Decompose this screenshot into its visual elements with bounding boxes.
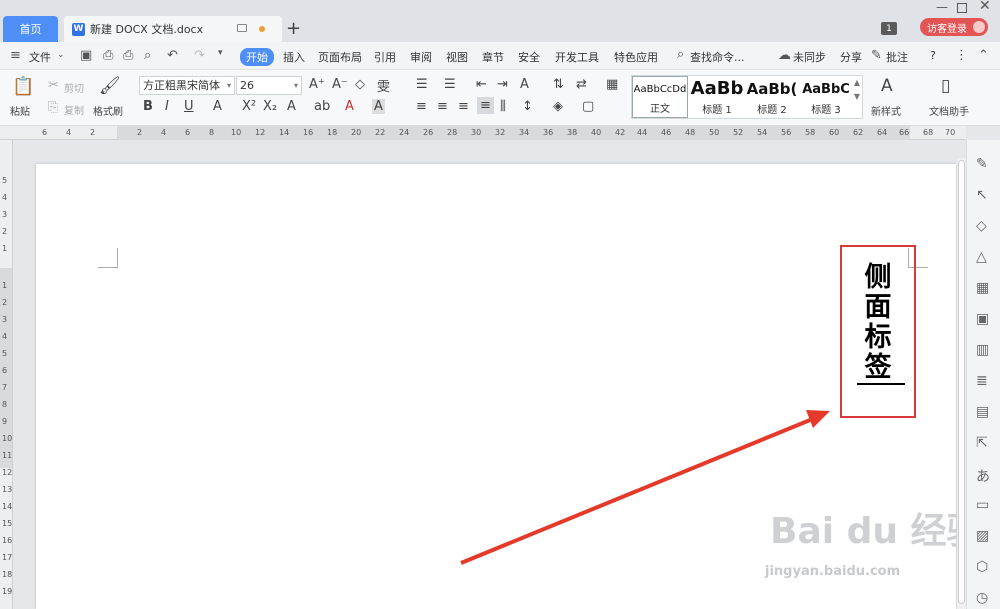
chart-icon[interactable]: ▥ bbox=[976, 342, 989, 358]
arrow-shaft bbox=[460, 416, 816, 565]
table-icon[interactable]: ▦ bbox=[976, 280, 989, 296]
vertical-scrollbar[interactable] bbox=[957, 158, 966, 609]
shapes-icon[interactable]: ◇ bbox=[976, 218, 987, 234]
sliders-icon[interactable]: ≣ bbox=[976, 373, 988, 389]
watermark-url: jingyan.baidu.com bbox=[765, 564, 901, 579]
archive-icon[interactable]: ▭ bbox=[976, 497, 989, 513]
arrow-head bbox=[806, 410, 830, 428]
image-gallery-icon[interactable]: ▤ bbox=[976, 404, 989, 420]
image-icon[interactable]: ▨ bbox=[976, 528, 989, 544]
translate-icon[interactable]: あ bbox=[976, 466, 990, 486]
share-out-icon[interactable]: ⇱ bbox=[976, 435, 988, 451]
right-sidebar: ✎ ↖ ◇ △ ▦ ▣ ▥ ≣ ▤ ⇱ あ ▭ ▨ ⬡ ◷ bbox=[966, 140, 1000, 609]
scrollbar-thumb[interactable] bbox=[958, 160, 965, 604]
apps-icon[interactable]: ▣ bbox=[976, 311, 989, 327]
pen-icon[interactable]: ✎ bbox=[976, 156, 988, 172]
shield-icon[interactable]: ⬡ bbox=[976, 559, 988, 575]
watermark-brand: Bai du 经验 bbox=[770, 511, 983, 552]
triangle-icon[interactable]: △ bbox=[976, 249, 987, 265]
history-icon[interactable]: ◷ bbox=[976, 590, 988, 606]
cursor-select-icon[interactable]: ↖ bbox=[976, 187, 988, 203]
